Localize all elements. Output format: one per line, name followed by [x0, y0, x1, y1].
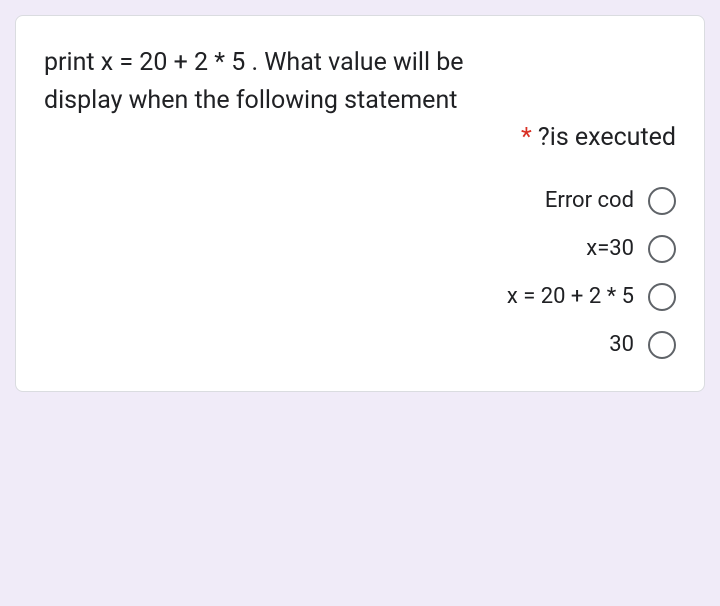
- question-card: print x = 20 + 2 * 5 . What value will b…: [15, 15, 705, 392]
- option-3[interactable]: x = 20 + 2 * 5: [44, 283, 676, 311]
- required-asterisk: *: [521, 123, 532, 152]
- option-1[interactable]: Error cod: [44, 187, 676, 215]
- question-line-1: print x = 20 + 2 * 5 . What value will b…: [44, 44, 676, 82]
- question-line-3-text: ?is executed: [538, 123, 676, 152]
- radio-icon: [648, 235, 676, 263]
- option-label: 30: [609, 332, 634, 357]
- option-label: x = 20 + 2 * 5: [507, 284, 634, 309]
- options-group: Error cod x=30 x = 20 + 2 * 5 30: [44, 187, 676, 359]
- question-text: print x = 20 + 2 * 5 . What value will b…: [44, 44, 676, 157]
- option-label: x=30: [586, 236, 634, 261]
- option-2[interactable]: x=30: [44, 235, 676, 263]
- radio-icon: [648, 187, 676, 215]
- question-line-3: * ?is executed: [44, 119, 676, 157]
- radio-icon: [648, 331, 676, 359]
- option-label: Error cod: [545, 188, 634, 213]
- option-4[interactable]: 30: [44, 331, 676, 359]
- question-line-2: display when the following statement: [44, 82, 676, 120]
- radio-icon: [648, 283, 676, 311]
